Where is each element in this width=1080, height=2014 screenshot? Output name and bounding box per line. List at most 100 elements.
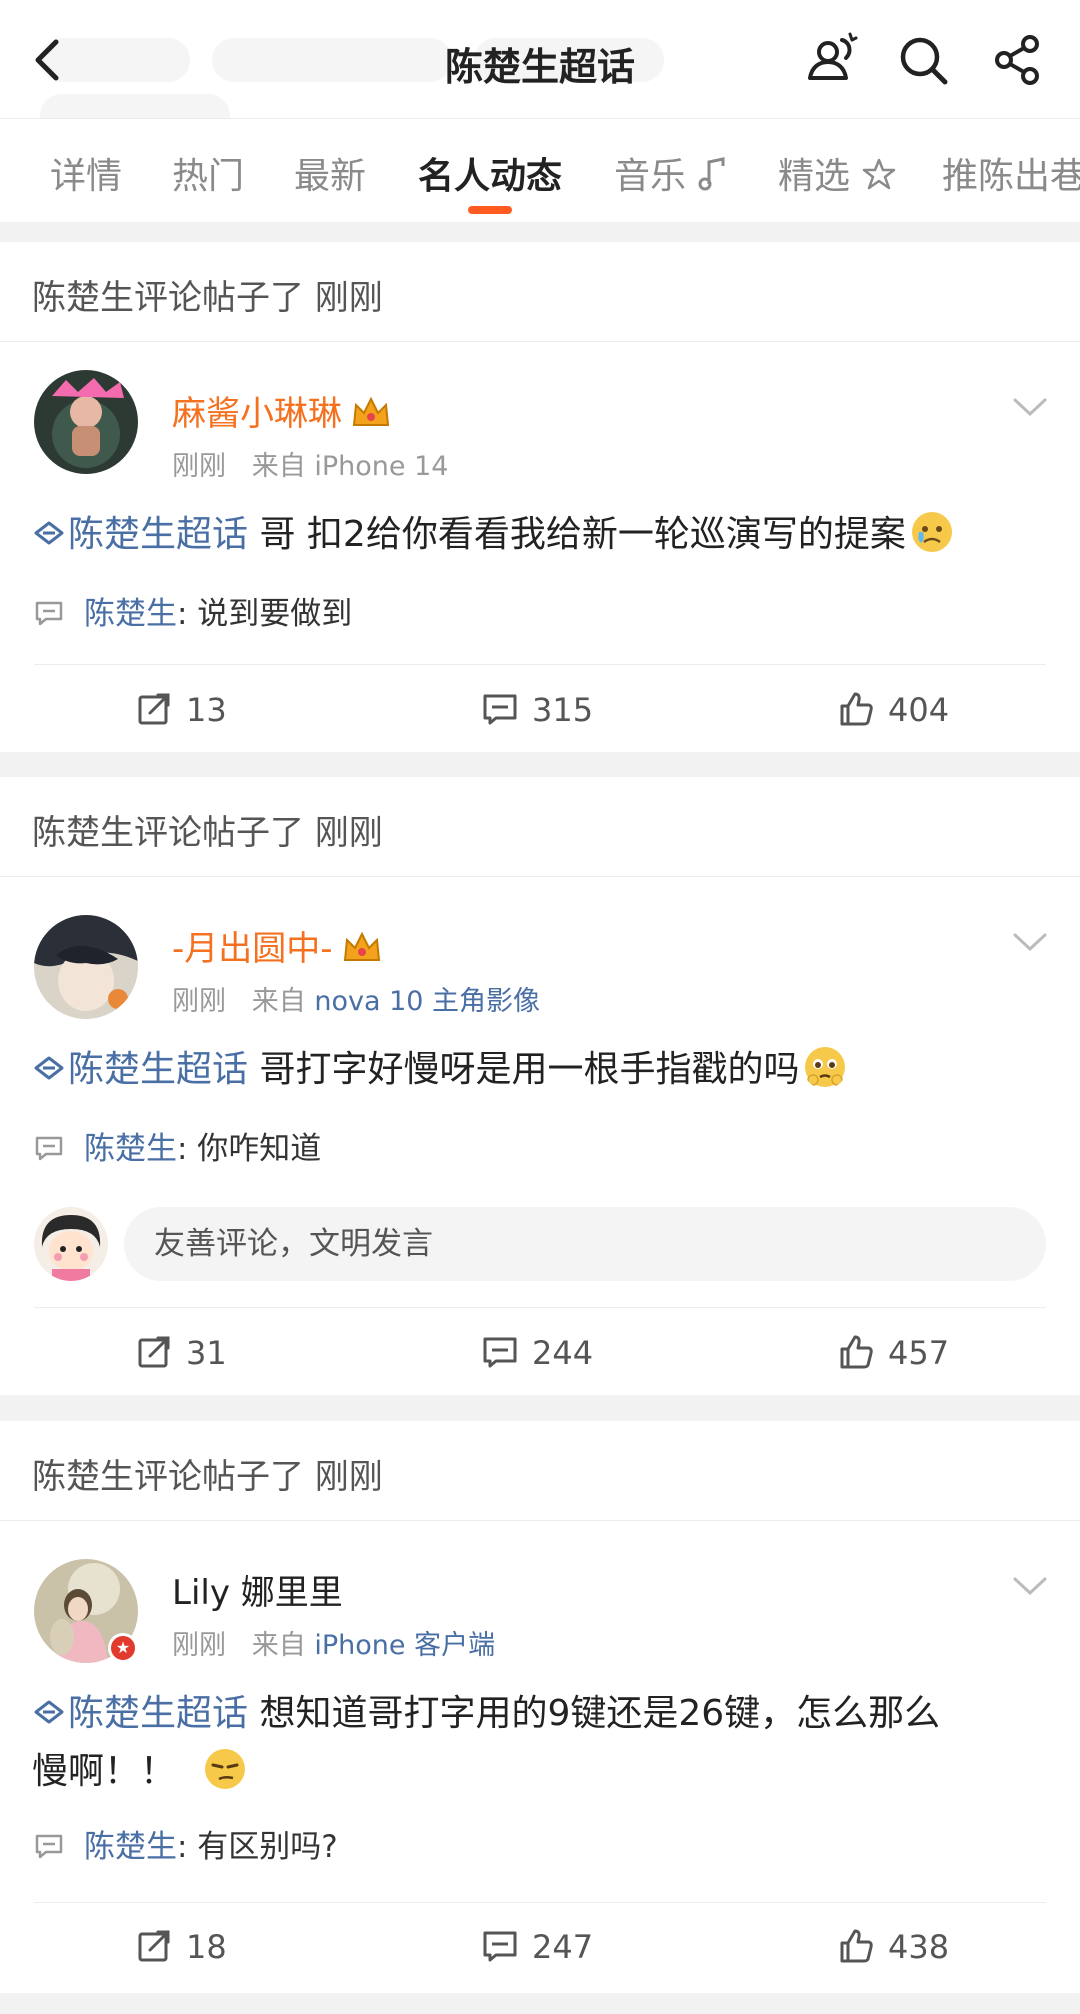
repost-count: 18	[186, 1928, 227, 1966]
like-button[interactable]: 457	[838, 1331, 949, 1375]
username-text: Lily 娜里里	[172, 1573, 343, 1613]
thumbs-up-icon	[840, 692, 873, 726]
reply-author[interactable]: 陈楚生	[84, 1131, 177, 1167]
username-text: -月出圆中-	[172, 929, 333, 969]
post-time: 刚刚	[172, 986, 226, 1017]
comment-button[interactable]: 247	[482, 1925, 593, 1969]
comment-bubble-icon	[35, 1136, 63, 1161]
username[interactable]: 麻酱小琳琳	[172, 386, 392, 435]
pleading-emoji-icon	[805, 1047, 846, 1087]
tab-latest[interactable]: 最新	[294, 147, 366, 199]
tab-hot[interactable]: 热门	[172, 147, 244, 199]
comment-bubble-icon	[35, 601, 63, 626]
repost-button[interactable]: 13	[136, 688, 227, 732]
post-source[interactable]: iPhone 客户端	[314, 1630, 495, 1661]
reply-text: : 你咋知道	[177, 1131, 322, 1167]
reply-preview[interactable]: 陈楚生: 说到要做到	[34, 588, 352, 633]
like-count: 404	[888, 691, 950, 729]
avatar[interactable]	[34, 370, 138, 474]
topic-text: 陈楚生超话	[68, 514, 249, 555]
tab-details[interactable]: 详情	[50, 147, 122, 199]
music-note-icon	[698, 157, 725, 191]
card-header: 陈楚生评论帖子了 刚刚	[0, 242, 1080, 342]
divider	[34, 1902, 1046, 1903]
section-label: 陈楚生评论帖子了 刚刚	[32, 278, 383, 318]
tab-music-label: 音乐	[614, 156, 687, 197]
thumbs-up-icon	[840, 1929, 873, 1963]
feed-card: 陈楚生评论帖子了 刚刚 麻酱小琳琳 刚刚 来自 iPhone 14 陈楚生超话 …	[0, 242, 1080, 752]
divider	[34, 664, 1046, 665]
search-icon[interactable]	[893, 30, 953, 90]
tab-tuichenchuxiang[interactable]: 推陈出巷	[942, 147, 1080, 199]
repost-icon	[138, 1336, 170, 1368]
section-label: 陈楚生评论帖子了 刚刚	[32, 813, 383, 853]
post-meta: 刚刚 来自 iPhone 14	[172, 444, 448, 483]
repost-icon	[138, 693, 170, 725]
source-prefix: 来自	[251, 1630, 306, 1661]
thumbs-up-icon	[840, 1335, 873, 1369]
tab-music[interactable]: 音乐	[614, 147, 729, 199]
like-button[interactable]: 404	[838, 688, 949, 732]
reply-author[interactable]: 陈楚生	[84, 1829, 177, 1865]
post-body-line1: 想知道哥打字用的9键还是26键，怎么那么	[259, 1693, 941, 1734]
star-icon	[863, 158, 896, 190]
section-label: 陈楚生评论帖子了 刚刚	[32, 1457, 383, 1497]
comment-button[interactable]: 315	[482, 688, 593, 732]
members-icon[interactable]	[802, 30, 862, 90]
topic-link[interactable]: 陈楚生超话	[32, 514, 248, 555]
chevron-down-icon[interactable]	[1012, 931, 1048, 953]
chevron-down-icon[interactable]	[1012, 396, 1048, 418]
like-button[interactable]: 438	[838, 1925, 949, 1969]
tab-celebrity-updates[interactable]: 名人动态	[418, 147, 562, 199]
post-meta: 刚刚 来自 nova 10 主角影像	[172, 979, 540, 1018]
topic-diamond-icon	[34, 1056, 64, 1080]
top-bar: 陈楚生超话	[0, 0, 1080, 138]
repost-button[interactable]: 31	[136, 1331, 227, 1375]
post-body: 哥 扣2给你看看我给新一轮巡演写的提案	[259, 514, 906, 555]
feed-card: 陈楚生评论帖子了 刚刚 -月出圆中- 刚刚 来自 nova 10 主角影像 陈楚…	[0, 777, 1080, 1395]
card-header: 陈楚生评论帖子了 刚刚	[0, 777, 1080, 877]
username-text: 麻酱小琳琳	[172, 394, 342, 434]
repost-button[interactable]: 18	[136, 1925, 227, 1969]
reply-text: : 说到要做到	[177, 596, 353, 632]
tab-bar: 详情 热门 最新 名人动态 音乐 精选 推陈出巷	[0, 118, 1080, 222]
username[interactable]: -月出圆中-	[172, 921, 383, 970]
source-prefix: 来自	[251, 451, 306, 482]
my-avatar[interactable]	[34, 1207, 108, 1281]
like-count: 438	[888, 1928, 950, 1966]
active-tab-indicator	[468, 206, 512, 214]
repost-count: 13	[186, 691, 227, 729]
like-count: 457	[888, 1334, 950, 1372]
comment-icon	[483, 694, 517, 725]
tab-featured[interactable]: 精选	[778, 147, 897, 199]
post-source[interactable]: nova 10 主角影像	[314, 986, 540, 1017]
topic-link[interactable]: 陈楚生超话	[32, 1693, 248, 1734]
post-text: 陈楚生超话 哥 扣2给你看看我给新一轮巡演写的提案	[32, 506, 1044, 564]
reply-author[interactable]: 陈楚生	[84, 596, 177, 632]
comment-count: 247	[532, 1928, 594, 1966]
username[interactable]: Lily 娜里里	[172, 1565, 343, 1614]
tab-featured-label: 精选	[778, 156, 851, 197]
topic-text: 陈楚生超话	[68, 1693, 249, 1734]
avatar[interactable]	[34, 915, 138, 1019]
comment-bubble-icon	[35, 1834, 63, 1859]
post-time: 刚刚	[172, 1630, 226, 1661]
chevron-down-icon[interactable]	[1012, 1575, 1048, 1597]
share-icon[interactable]	[988, 30, 1048, 90]
post-body-line2: 慢啊！！	[32, 1751, 177, 1792]
reply-text: : 有区别吗?	[177, 1829, 338, 1865]
topic-diamond-icon	[34, 521, 64, 545]
teary-emoji-icon	[911, 512, 952, 552]
reply-preview[interactable]: 陈楚生: 你咋知道	[34, 1123, 321, 1168]
reply-preview[interactable]: 陈楚生: 有区别吗?	[34, 1821, 338, 1866]
comment-icon	[483, 1337, 517, 1368]
comment-icon	[483, 1931, 517, 1962]
topic-link[interactable]: 陈楚生超话	[32, 1049, 248, 1090]
comment-count: 315	[532, 691, 594, 729]
crown-icon	[343, 931, 380, 961]
divider	[34, 1307, 1046, 1308]
comment-button[interactable]: 244	[482, 1331, 593, 1375]
comment-composer: 友善评论，文明发言	[0, 1203, 1080, 1283]
comment-input[interactable]: 友善评论，文明发言	[124, 1207, 1046, 1281]
post-meta: 刚刚 来自 iPhone 客户端	[172, 1623, 495, 1662]
